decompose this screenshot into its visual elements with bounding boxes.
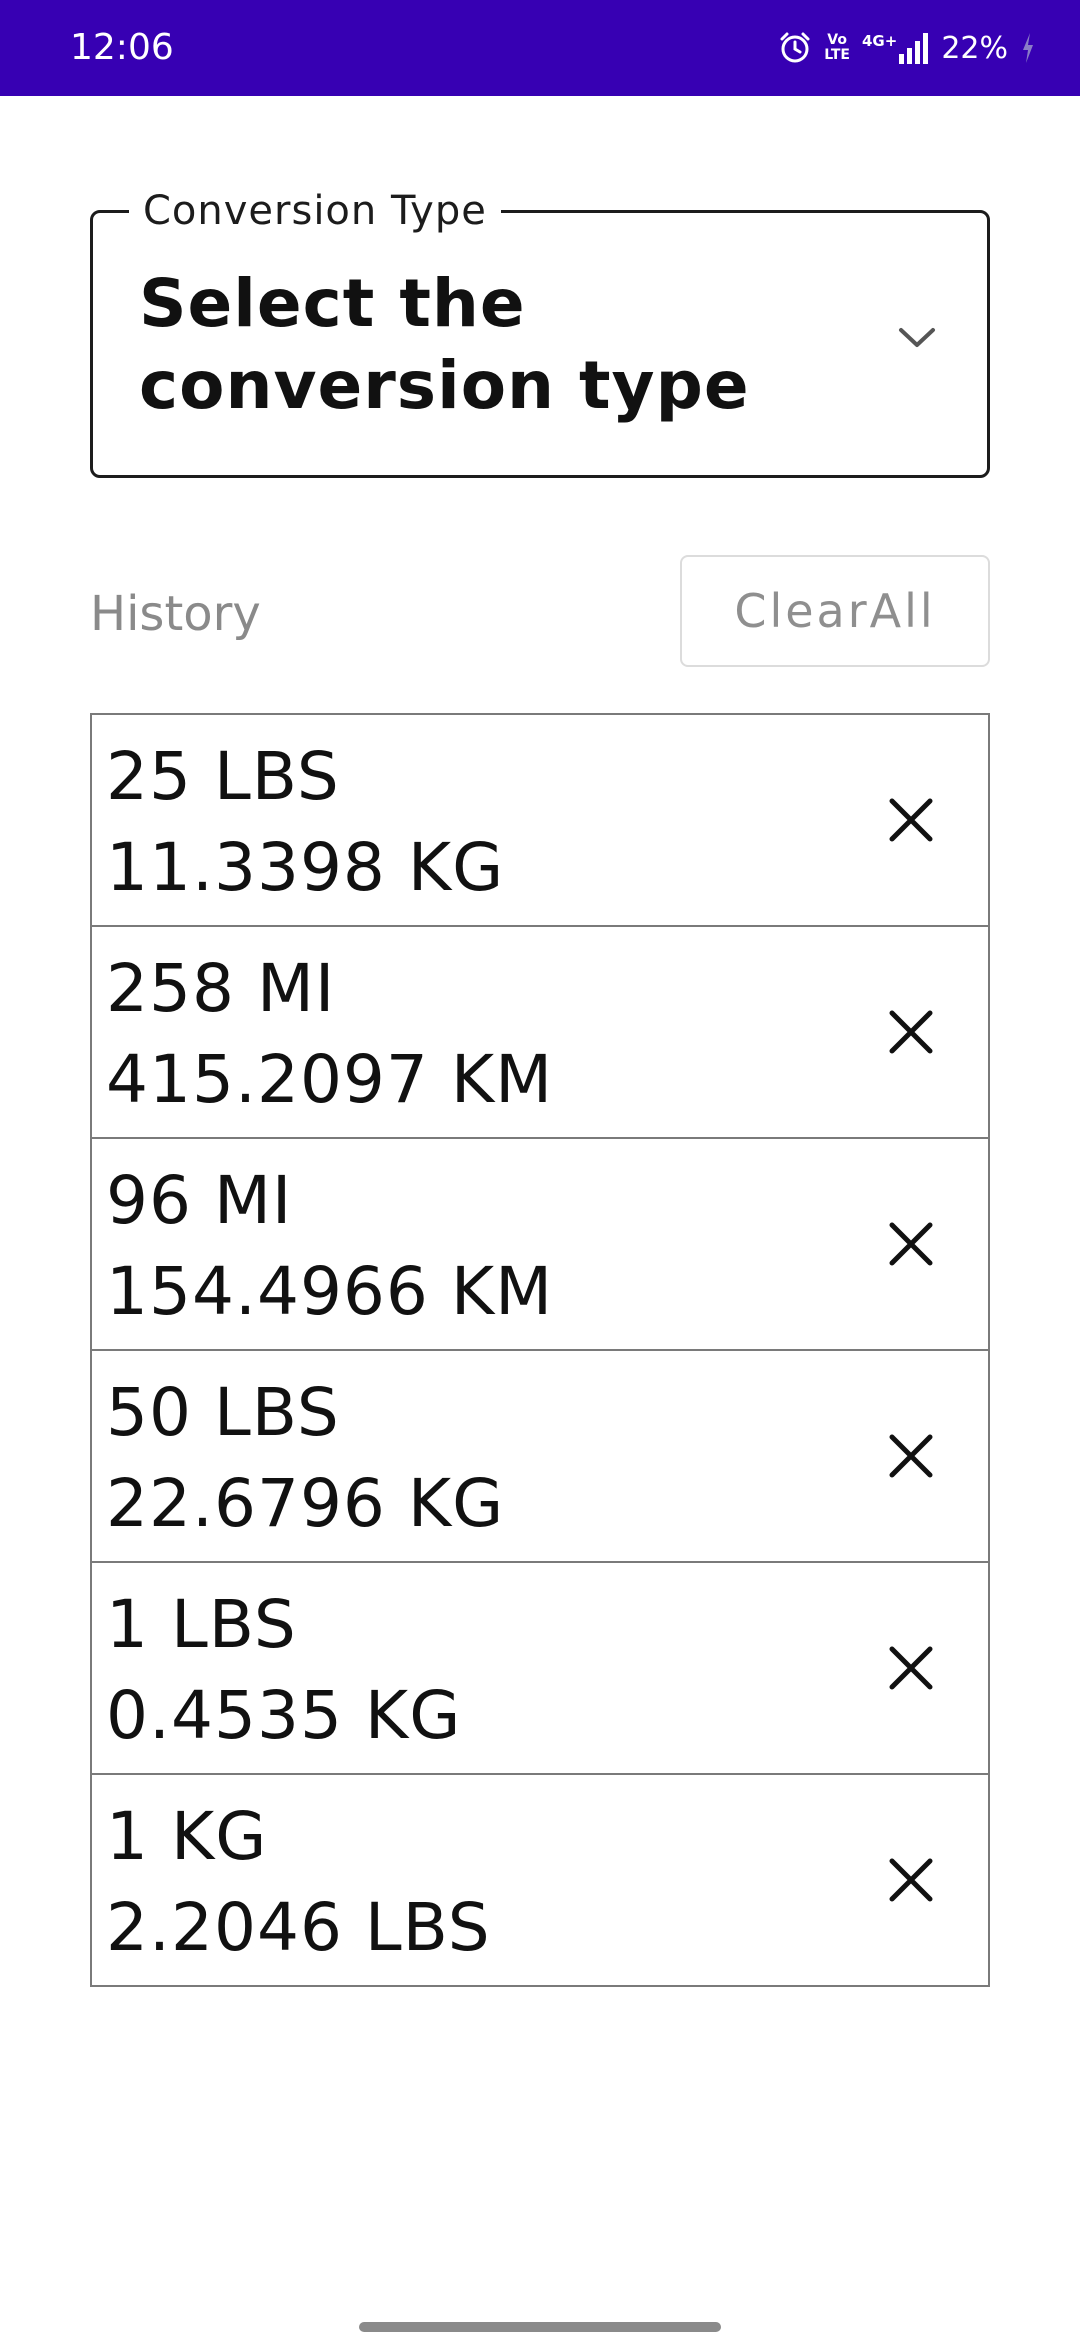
volte-icon: Vo LTE bbox=[824, 33, 850, 63]
signal-icon: 4G+ bbox=[862, 32, 929, 64]
history-item: 1 KG 2.2046 LBS bbox=[90, 1773, 990, 1987]
network-type-label: 4G+ bbox=[861, 32, 898, 50]
history-item: 96 MI 154.4966 KM bbox=[90, 1137, 990, 1351]
history-item-input: 1 KG bbox=[106, 1798, 268, 1875]
navigation-handle[interactable] bbox=[359, 2322, 721, 2332]
history-item-input: 25 LBS bbox=[106, 738, 340, 815]
dropdown-selected-value: Select the conversion type bbox=[139, 265, 750, 424]
status-icons: Vo LTE 4G+ 22% bbox=[778, 26, 1036, 70]
close-icon[interactable] bbox=[878, 1211, 944, 1277]
volte-bottom-text: LTE bbox=[824, 47, 850, 63]
history-item-output: 154.4966 KM bbox=[106, 1253, 554, 1330]
history-item-output: 0.4535 KG bbox=[106, 1677, 462, 1754]
close-icon[interactable] bbox=[878, 787, 944, 853]
history-item-output: 415.2097 KM bbox=[106, 1041, 554, 1118]
close-icon[interactable] bbox=[878, 1847, 944, 1913]
chevron-down-icon bbox=[897, 325, 937, 356]
battery-percent: 22% bbox=[941, 30, 1008, 66]
clear-all-button[interactable]: ClearAll bbox=[680, 555, 990, 667]
charging-icon bbox=[1020, 31, 1036, 65]
close-icon[interactable] bbox=[878, 1635, 944, 1701]
history-item-input: 258 MI bbox=[106, 950, 336, 1027]
history-item: 1 LBS 0.4535 KG bbox=[90, 1561, 990, 1775]
close-icon[interactable] bbox=[878, 1423, 944, 1489]
volte-top-text: Vo bbox=[827, 32, 847, 48]
history-item: 50 LBS 22.6796 KG bbox=[90, 1349, 990, 1563]
history-item-output: 22.6796 KG bbox=[106, 1465, 505, 1542]
history-label: History bbox=[90, 586, 261, 642]
history-item: 258 MI 415.2097 KM bbox=[90, 925, 990, 1139]
conversion-type-dropdown[interactable]: Conversion Type Select the conversion ty… bbox=[90, 187, 990, 478]
dropdown-label: Conversion Type bbox=[129, 187, 501, 235]
history-item-input: 96 MI bbox=[106, 1162, 293, 1239]
history-item-input: 50 LBS bbox=[106, 1374, 340, 1451]
history-item-output: 2.2046 LBS bbox=[106, 1889, 491, 1966]
status-time: 12:06 bbox=[70, 27, 174, 68]
alarm-icon bbox=[778, 31, 812, 65]
history-item-input: 1 LBS bbox=[106, 1586, 297, 1663]
status-bar: 12:06 Vo LTE 4G+ 22% bbox=[0, 0, 1080, 96]
history-item: 25 LBS 11.3398 KG bbox=[90, 713, 990, 927]
close-icon[interactable] bbox=[878, 999, 944, 1065]
history-list: 25 LBS 11.3398 KG 258 MI 415.2097 KM 96 MI 15… bbox=[90, 713, 990, 1987]
history-item-output: 11.3398 KG bbox=[106, 829, 505, 906]
